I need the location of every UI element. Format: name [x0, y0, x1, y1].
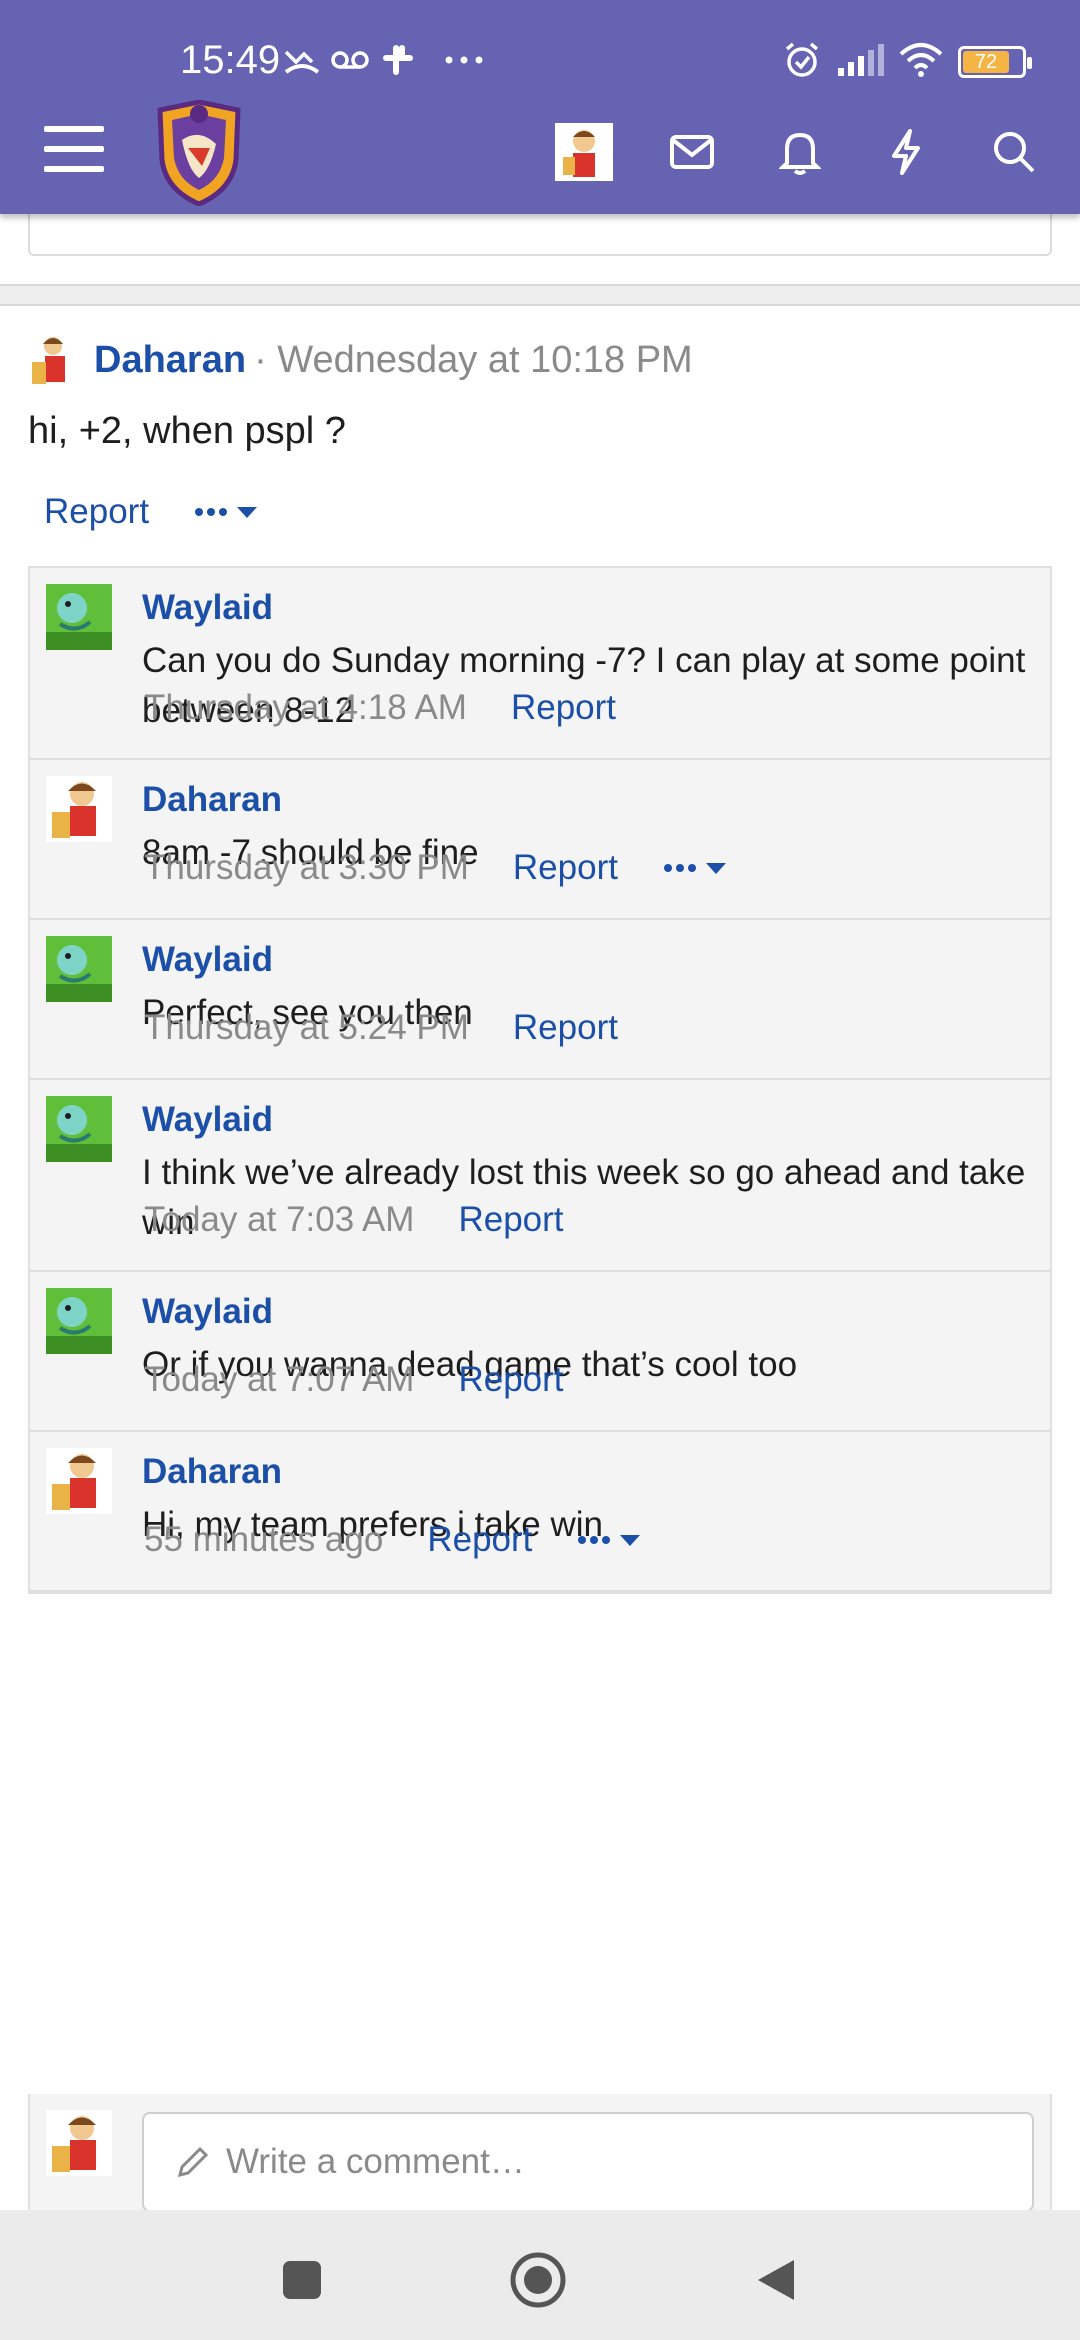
lightning-icon[interactable]	[876, 122, 936, 182]
commenter-avatar[interactable]	[46, 1288, 112, 1354]
comment-item: Waylaid Or if you wanna dead game that’s …	[30, 1272, 1050, 1432]
slack-icon	[380, 40, 416, 80]
comment-timestamp: Today at 7:07 AM	[144, 1360, 415, 1399]
comment-item: Daharan 8am -7 should be fine Thursday at …	[30, 760, 1050, 920]
comment-footer: Thursday at 5:24 PM Report	[144, 1008, 618, 1048]
commenter-avatar[interactable]	[46, 1096, 112, 1162]
comment-placeholder: Write a comment…	[226, 2142, 525, 2181]
comment-footer: Today at 7:07 AM Report	[144, 1360, 564, 1400]
battery-icon: 72	[958, 46, 1032, 78]
more-options-button[interactable]	[576, 1530, 646, 1550]
signal-icon	[836, 40, 884, 80]
app-bar: 15:49 72	[0, 0, 1080, 214]
home-button[interactable]	[508, 2250, 568, 2310]
comment-item: Waylaid Can you do Sunday morning -7? I c…	[30, 568, 1050, 760]
comment-timestamp: Today at 7:03 AM	[144, 1200, 415, 1239]
comment-item: Waylaid I think we’ve already lost this w…	[30, 1080, 1050, 1272]
bell-icon[interactable]	[770, 122, 830, 182]
comment-item: Waylaid Perfect, see you then Thursday at …	[30, 920, 1050, 1080]
comment-footer: 55 minutes ago Report	[144, 1520, 646, 1560]
author-avatar[interactable]	[28, 332, 74, 388]
comment-footer: Today at 7:03 AM Report	[144, 1200, 564, 1240]
commenter-name[interactable]: Daharan	[142, 1452, 282, 1492]
comment-timestamp: 55 minutes ago	[144, 1520, 384, 1559]
user-avatar[interactable]	[554, 122, 614, 182]
commenter-avatar[interactable]	[46, 776, 112, 842]
wifi-icon	[898, 40, 944, 80]
commenter-name[interactable]: Waylaid	[142, 940, 273, 980]
post-timestamp: · Wednesday at 10:18 PM	[254, 338, 693, 381]
comment-timestamp: Thursday at 3:30 PM	[144, 848, 469, 887]
comment-footer: Thursday at 3:30 PM Report	[144, 848, 732, 888]
pencil-icon	[174, 2143, 212, 2181]
report-link[interactable]: Report	[427, 1520, 532, 1560]
more-options-button[interactable]	[662, 858, 732, 878]
report-link[interactable]: Report	[513, 1008, 618, 1048]
report-link[interactable]: Report	[458, 1200, 563, 1240]
post-author[interactable]: Daharan	[94, 339, 246, 382]
site-logo[interactable]	[152, 99, 246, 207]
missed-call-icon	[282, 40, 322, 80]
comment-timestamp: Thursday at 5:24 PM	[144, 1008, 469, 1047]
recents-button[interactable]	[272, 2250, 332, 2310]
more-notifications-icon	[444, 40, 484, 80]
battery-level: 72	[974, 51, 998, 73]
report-link[interactable]: Report	[513, 848, 618, 888]
alarm-icon	[782, 40, 822, 80]
comments-list: Waylaid Can you do Sunday morning -7? I c…	[28, 566, 1052, 1594]
comment-item: Daharan Hi, my team prefers i take win 55 …	[30, 1432, 1050, 1592]
comment-footer: Thursday at 4:18 AM Report	[144, 688, 616, 728]
report-link[interactable]: Report	[44, 492, 149, 532]
commenter-avatar[interactable]	[46, 584, 112, 650]
nav-row	[0, 99, 1080, 210]
voicemail-icon	[330, 40, 370, 80]
commenter-name[interactable]: Waylaid	[142, 588, 273, 628]
more-options-button[interactable]	[193, 502, 263, 522]
report-link[interactable]: Report	[511, 688, 616, 728]
status-time: 15:49	[180, 38, 281, 82]
post-actions: Report	[44, 492, 263, 532]
commenter-avatar[interactable]	[46, 1448, 112, 1514]
commenter-name[interactable]: Waylaid	[142, 1292, 273, 1332]
comment-timestamp: Thursday at 4:18 AM	[144, 688, 467, 727]
mail-icon[interactable]	[662, 122, 722, 182]
system-nav-bar	[0, 2210, 1080, 2340]
commenter-avatar[interactable]	[46, 936, 112, 1002]
menu-icon[interactable]	[44, 126, 104, 176]
commenter-name[interactable]: Daharan	[142, 780, 282, 820]
report-link[interactable]: Report	[458, 1360, 563, 1400]
comment-input[interactable]: Write a comment…	[142, 2112, 1034, 2212]
commenter-name[interactable]: Waylaid	[142, 1100, 273, 1140]
back-button[interactable]	[746, 2250, 806, 2310]
write-comment-row: Write a comment…	[28, 2094, 1052, 2212]
post-divider	[0, 284, 1080, 306]
search-icon[interactable]	[984, 122, 1044, 182]
current-user-avatar	[46, 2110, 112, 2176]
post-header: Daharan · Wednesday at 10:18 PM	[28, 330, 693, 390]
post-body: hi, +2, when pspl ?	[28, 410, 346, 452]
